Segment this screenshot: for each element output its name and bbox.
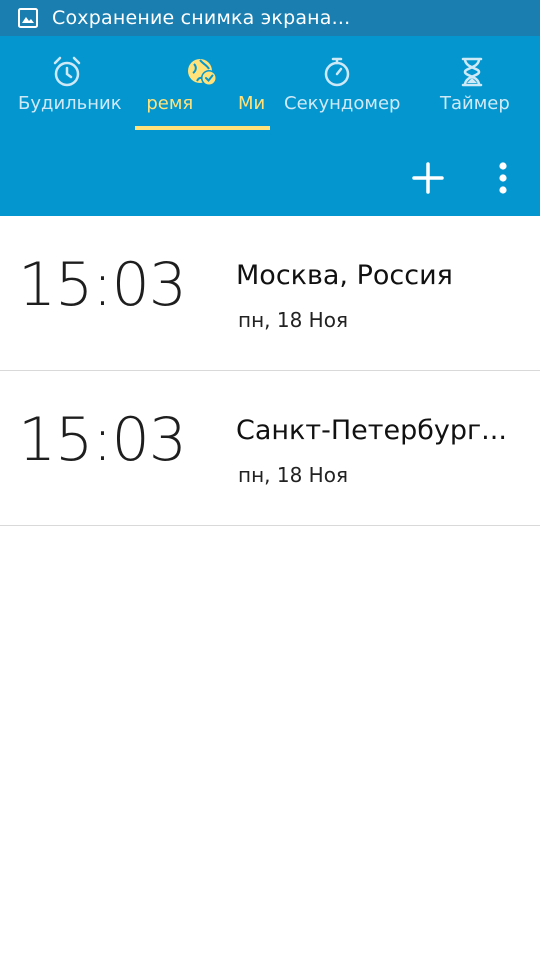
tab-label-timer: Таймер [440,93,510,114]
tab-world-time[interactable]: Время Ми [135,36,270,132]
alarm-clock-icon [53,56,81,87]
tab-timer[interactable]: Таймер [405,36,540,132]
clock-city: Москва, Россия [236,260,453,291]
list-item[interactable]: 15:03 Москва, Россия пн, 18 Ноя [0,216,540,371]
clock-city: Санкт-Петербург... [236,415,507,446]
clock-date: пн, 18 Ноя [238,308,348,332]
tab-label-stopwatch: Секундомер [284,93,401,114]
screenshot-icon [18,8,38,28]
status-bar: Сохранение снимка экрана... [0,0,540,36]
plus-icon [412,162,444,194]
world-clock-list: 15:03 Москва, Россия пн, 18 Ноя 15:03 Са… [0,216,540,526]
more-vert-icon [499,162,507,194]
clock-date: пн, 18 Ноя [238,463,348,487]
app-header: Будильник Время Ми Секундоме [0,36,540,216]
tab-alarm[interactable]: Будильник [0,36,135,132]
tab-bar: Будильник Время Ми Секундоме [0,36,540,132]
hourglass-icon [461,57,483,87]
clock-time: 15:03 [18,405,187,475]
tab-stopwatch[interactable]: Секундомер [270,36,405,132]
add-city-button[interactable] [406,156,450,200]
active-tab-indicator [135,126,270,130]
tab-label-world-time: Время [145,93,194,114]
list-item[interactable]: 15:03 Санкт-Петербург... пн, 18 Ноя [0,371,540,526]
more-options-button[interactable] [481,156,525,200]
clock-time: 15:03 [18,250,187,320]
status-text: Сохранение снимка экрана... [52,7,351,29]
tab-label-alarm: Будильник [18,93,122,114]
stopwatch-icon [324,57,350,87]
tab-label-partial: Ми [238,93,266,114]
